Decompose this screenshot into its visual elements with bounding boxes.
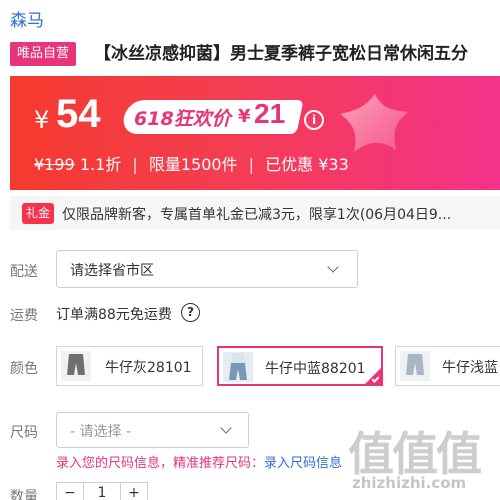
region-select-value: 请选择省市区 — [70, 263, 154, 279]
promo-label: 618狂欢价 — [134, 108, 231, 130]
size-select-value: - 请选择 - — [70, 424, 132, 440]
help-icon[interactable]: ? — [181, 303, 200, 322]
color-label: 颜色 — [10, 361, 38, 377]
product-title: 【冰丝凉感抑菌】男士夏季裤子宽松日常休闲五分 — [94, 44, 468, 64]
quantity-input[interactable]: 1 — [83, 482, 121, 500]
quantity-decrease-button[interactable]: − — [56, 482, 84, 500]
color-option-label: 牛仔浅蓝 — [442, 360, 498, 376]
product-thumbnail — [223, 352, 253, 382]
divider: | — [132, 155, 138, 174]
color-option-mid-blue[interactable]: 牛仔中蓝88201 — [217, 346, 383, 386]
promo-currency: ¥ — [238, 106, 251, 127]
stock-limit: 限量1500件 — [148, 155, 238, 174]
color-option-label: 牛仔灰28101 — [105, 360, 192, 376]
chevron-down-icon — [327, 261, 339, 273]
brand-name[interactable]: 森马 — [10, 6, 44, 31]
divider: | — [248, 155, 255, 174]
info-icon[interactable]: i — [304, 110, 324, 130]
saved-amount: 已优惠 ¥33 — [265, 155, 349, 174]
color-option-grey[interactable]: 牛仔灰28101 — [56, 346, 203, 386]
coupon-text: 仅限品牌新客，专属首单礼金已减3元，限享1次(06月04日9... — [62, 207, 452, 223]
delivery-label: 配送 — [10, 264, 38, 280]
self-operated-badge: 唯品自营 — [10, 42, 76, 66]
color-option-light-blue[interactable]: 牛仔浅蓝 — [395, 346, 500, 386]
product-thumbnail — [400, 351, 430, 381]
price-details: ¥199 1.1折 | 限量1500件 | 已优惠 ¥33 — [34, 151, 349, 175]
current-price: 54 — [56, 92, 101, 136]
original-price: ¥199 — [34, 155, 75, 174]
price-banner: ¥ 54 618狂欢价 ¥ 21 i ¥199 1.1折 | 限量1500件 |… — [10, 76, 500, 190]
shipping-label: 运费 — [10, 308, 38, 324]
coupon-badge: 礼金 — [22, 203, 54, 224]
product-thumbnail — [61, 351, 91, 381]
star-decoration-icon — [340, 94, 408, 152]
quantity-increase-button[interactable]: + — [120, 482, 148, 500]
discount-rate: 1.1折 — [79, 155, 122, 174]
quantity-label: 数量 — [10, 489, 38, 500]
size-hint-text: 录入您的尺码信息，精准推荐尺码： — [56, 456, 265, 471]
color-option-label: 牛仔中蓝88201 — [265, 361, 366, 377]
shipping-text: 订单满88元免运费 — [56, 307, 172, 323]
size-info-link[interactable]: 录入尺码信息 — [264, 456, 342, 471]
promo-price: 21 — [254, 98, 286, 129]
currency-symbol: ¥ — [34, 106, 50, 134]
watermark-url: zhizhizhi.com — [352, 474, 467, 492]
size-label: 尺码 — [10, 425, 38, 441]
chevron-down-icon — [220, 422, 232, 434]
